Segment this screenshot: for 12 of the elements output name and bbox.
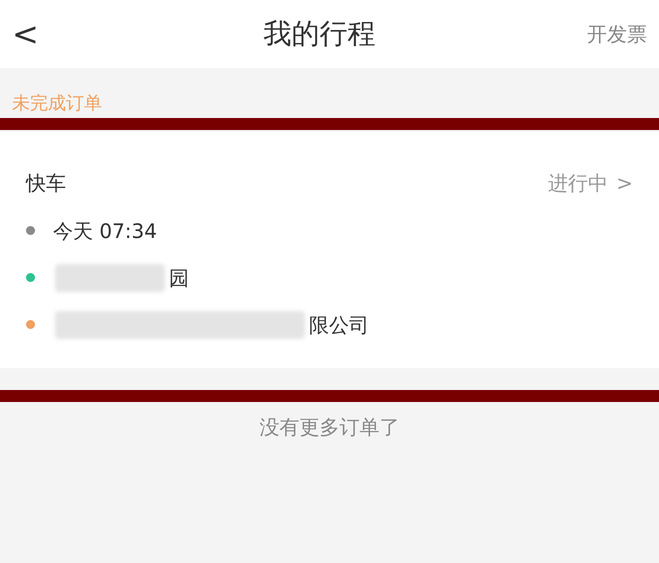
stop-text: 今天 07:34 — [53, 218, 157, 244]
stop-text: 限公司 — [309, 312, 369, 338]
back-button[interactable]: < — [12, 10, 52, 58]
order-status: 进行中 — [548, 170, 608, 197]
section-label: 未完成订单 — [12, 93, 102, 114]
page-title: 我的行程 — [264, 16, 376, 52]
ride-type: 快车 — [26, 170, 66, 197]
stop-text: 园 — [169, 264, 189, 292]
invoice-link[interactable]: 开发票 — [587, 19, 647, 49]
chevron-icon: > — [616, 168, 633, 198]
order-card[interactable]: 快车 进行中 > 今天 07:34 园 限公司 — [0, 132, 659, 368]
end-of-list-text: 没有更多订单了 — [260, 414, 400, 441]
